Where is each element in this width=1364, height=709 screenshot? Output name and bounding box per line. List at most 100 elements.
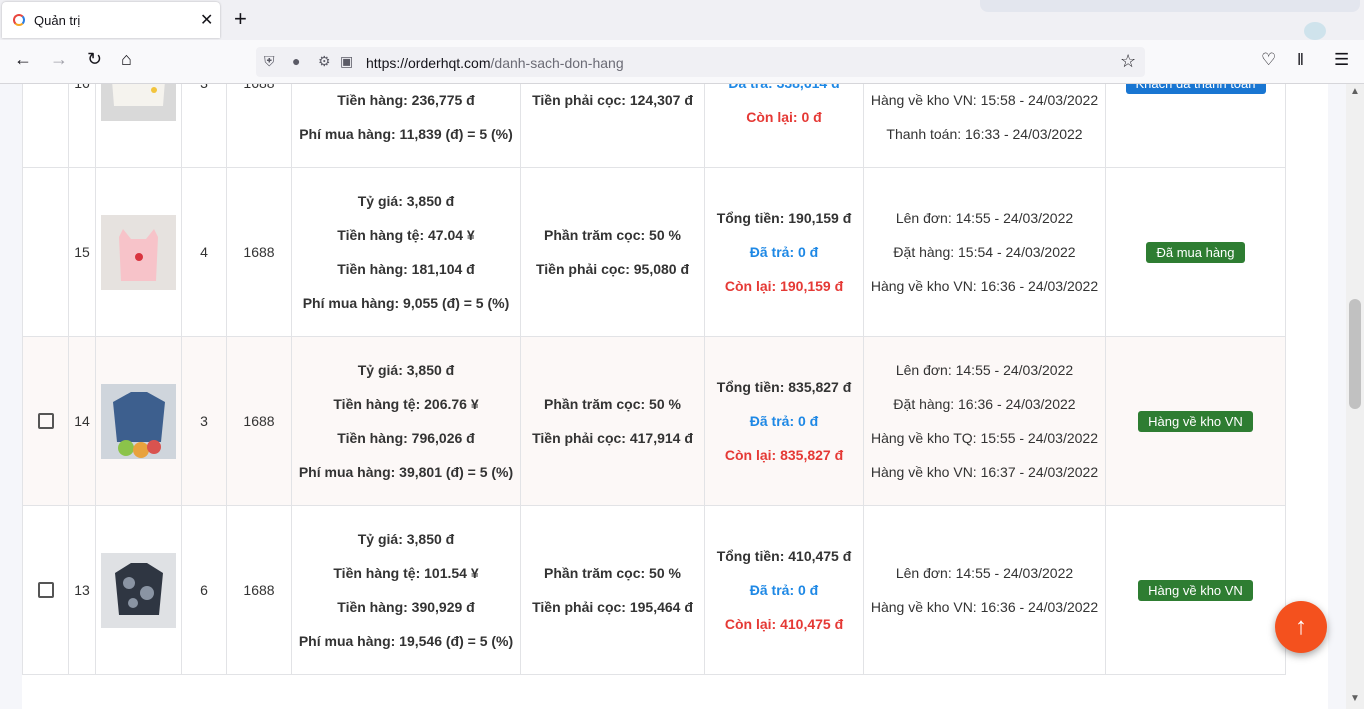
tab-close-icon[interactable]: ✕ xyxy=(200,10,213,30)
purchase-fee: Phí mua hàng: 9,055 (đ) = 5 (%) xyxy=(302,295,510,311)
source-cell: 1688 xyxy=(226,336,292,506)
tracking-icon[interactable]: ▣ xyxy=(340,53,353,70)
product-thumbnail[interactable] xyxy=(101,552,176,628)
remaining-amount: Còn lại: 190,159 đ xyxy=(724,278,844,294)
page-scrollbar[interactable]: ▲ ▼ xyxy=(1346,84,1364,709)
menu-icon[interactable]: ☰ xyxy=(1334,50,1349,70)
pricing-cell: Tỷ giá: 3,850 đ Tiền hàng tệ: 206.76 ¥ Tiề… xyxy=(291,336,521,506)
order-id: 14 xyxy=(74,413,90,429)
status-badge[interactable]: Khách đã thanh toán xyxy=(1125,84,1266,94)
pocket-icon[interactable]: ♡ xyxy=(1261,50,1276,70)
status-cell: Đã mua hàng xyxy=(1105,167,1286,337)
exchange-rate: Tỷ giá: 3,850 đ xyxy=(357,362,455,378)
source-site: 1688 xyxy=(243,582,275,598)
payment-cell: Tổng tiền: 190,159 đ Đã trả: 0 đ Còn lại: … xyxy=(704,167,864,337)
cny-amount: Tiền hàng tệ: 206.76 ¥ xyxy=(333,396,479,412)
product-image-cell xyxy=(95,505,182,675)
timeline-entry: Hàng về kho VN: 16:36 - 24/03/2022 xyxy=(870,599,1099,615)
timeline-entry: Hàng về kho TQ: 15:55 - 24/03/2022 xyxy=(870,430,1098,446)
cny-amount: Tiền hàng tệ: 101.54 ¥ xyxy=(333,565,479,581)
row-checkbox[interactable] xyxy=(37,413,54,429)
scroll-down-icon[interactable]: ▼ xyxy=(1350,693,1360,704)
permissions-icon[interactable]: ⚙ xyxy=(318,53,331,70)
arrow-up-icon: ↑ xyxy=(1295,613,1307,640)
deposit-amount: Tiền phải cọc: 124,307 đ xyxy=(532,92,693,108)
order-id-cell: 15 xyxy=(68,167,96,337)
select-cell xyxy=(22,505,69,675)
order-row: 14 3 1688 Tỷ giá: 3,850 đ Tiền hàng tệ: 206.… xyxy=(22,336,1286,506)
select-cell xyxy=(22,167,69,337)
timeline-cell: Lên đơn: 14:55 - 24/03/2022Shop phát hàn… xyxy=(863,84,1106,168)
order-id: 13 xyxy=(74,582,90,598)
deposit-percent: Phần trăm cọc: 50 % xyxy=(544,227,681,243)
scroll-to-top-button[interactable]: ↑ xyxy=(1275,601,1327,653)
order-id-cell: 14 xyxy=(68,336,96,506)
product-thumbnail[interactable] xyxy=(101,214,176,290)
status-cell: Hàng về kho VN xyxy=(1105,505,1286,675)
status-badge[interactable]: Đã mua hàng xyxy=(1146,241,1245,263)
back-arrow-icon[interactable]: ← xyxy=(14,49,32,70)
purchase-fee: Phí mua hàng: 39,801 (đ) = 5 (%) xyxy=(298,464,514,480)
source-cell: 1688 xyxy=(226,84,292,168)
deposit-amount: Tiền phải cọc: 195,464 đ xyxy=(532,599,693,615)
address-bar[interactable]: ⛨ ● ⚙ ▣ https://orderhqt.com/danh-sach-d… xyxy=(256,47,1145,77)
pricing-cell: Tỷ giá: 3,850 đTiền hàng tệ: 61.5 ¥Tiền … xyxy=(291,84,521,168)
product-image-cell xyxy=(95,336,182,506)
new-tab-button[interactable]: + xyxy=(234,6,247,32)
quantity: 3 xyxy=(200,413,208,429)
timeline-entry: Đặt hàng: 16:36 - 24/03/2022 xyxy=(893,396,1076,412)
reload-icon[interactable]: ↻ xyxy=(87,49,102,70)
status-badge[interactable]: Hàng về kho VN xyxy=(1138,410,1253,432)
timeline-entry: Hàng về kho VN: 16:36 - 24/03/2022 xyxy=(870,278,1099,294)
product-thumbnail[interactable] xyxy=(101,383,176,459)
row-checkbox[interactable] xyxy=(37,582,54,598)
product-image-cell xyxy=(95,84,182,168)
exchange-rate: Tỷ giá: 3,850 đ xyxy=(357,193,455,209)
source-site: 1688 xyxy=(243,84,274,91)
lock-icon[interactable]: ● xyxy=(292,53,300,69)
url-text[interactable]: https://orderhqt.com/danh-sach-don-hang xyxy=(366,55,624,71)
paid-amount: Đã trả: 0 đ xyxy=(749,413,819,429)
status-badge[interactable]: Hàng về kho VN xyxy=(1138,579,1253,601)
home-icon[interactable]: ⌂ xyxy=(121,49,132,70)
background-window-strip xyxy=(980,0,1360,12)
deposit-cell: Phần trăm cọc: 50 % Tiền phải cọc: 417,91… xyxy=(520,336,705,506)
quantity-cell: 3 xyxy=(181,336,227,506)
payment-cell: Tổng tiền: 835,827 đ Đã trả: 0 đ Còn lại: … xyxy=(704,336,864,506)
payment-cell: Tổng tiền: 410,475 đ Đã trả: 0 đ Còn lại: … xyxy=(704,505,864,675)
deposit-amount: Tiền phải cọc: 95,080 đ xyxy=(535,261,690,277)
goods-amount: Tiền hàng: 181,104 đ xyxy=(337,261,475,277)
product-image-cell xyxy=(95,167,182,337)
url-path: /danh-sach-don-hang xyxy=(490,55,624,71)
bookmark-star-icon[interactable]: ☆ xyxy=(1120,51,1136,72)
library-icon[interactable]: ‖ xyxy=(1297,50,1304,70)
quantity: 4 xyxy=(200,244,208,260)
paid-amount: Đã trả: 338,614 đ xyxy=(705,84,863,91)
scroll-up-icon[interactable]: ▲ xyxy=(1350,86,1360,97)
total-amount: Tổng tiền: 835,827 đ xyxy=(716,379,852,395)
status-cell: Hàng về kho VN xyxy=(1105,336,1286,506)
order-id-cell: 13 xyxy=(68,505,96,675)
timeline-entry: Đặt hàng: 15:54 - 24/03/2022 xyxy=(893,244,1076,260)
browser-tab[interactable]: Quản trị ✕ xyxy=(2,2,220,38)
deposit-cell: Phần trăm cọc: 50 % Tiền phải cọc: 95,080… xyxy=(520,167,705,337)
browser-tab-strip: Quản trị ✕ + xyxy=(0,0,1364,40)
select-cell xyxy=(22,336,69,506)
product-thumbnail[interactable] xyxy=(101,84,176,121)
scrollbar-thumb[interactable] xyxy=(1349,299,1361,409)
shield-icon[interactable]: ⛨ xyxy=(264,53,275,70)
order-row: 13 6 1688 Tỷ giá: 3,850 đ Tiền hàng tệ: 101.… xyxy=(22,505,1286,675)
goods-amount: Tiền hàng: 236,775 đ xyxy=(337,92,475,108)
remaining-amount: Còn lại: 0 đ xyxy=(746,109,822,125)
timeline-cell: Lên đơn: 14:55 - 24/03/2022 Hàng về kho V… xyxy=(863,505,1106,675)
pricing-cell: Tỷ giá: 3,850 đ Tiền hàng tệ: 47.04 ¥ Tiền… xyxy=(291,167,521,337)
order-id: 15 xyxy=(74,244,90,260)
deposit-cell: Phần trăm cọc: 50 %Tiền phải cọc: 124,30… xyxy=(520,84,705,168)
timeline-entry: Lên đơn: 14:55 - 24/03/2022 xyxy=(895,210,1074,226)
page-viewport: 16 3 1688 Tỷ giá: 3,850 đTiền hàng tệ: 61.5… xyxy=(0,84,1346,709)
remaining-amount: Còn lại: 835,827 đ xyxy=(724,447,844,463)
deposit-amount: Tiền phải cọc: 417,914 đ xyxy=(532,430,693,446)
goods-amount: Tiền hàng: 390,929 đ xyxy=(337,599,475,615)
forward-arrow-icon[interactable]: → xyxy=(50,49,68,70)
order-row: 15 4 1688 Tỷ giá: 3,850 đ Tiền hàng tệ: 47.0… xyxy=(22,167,1286,337)
